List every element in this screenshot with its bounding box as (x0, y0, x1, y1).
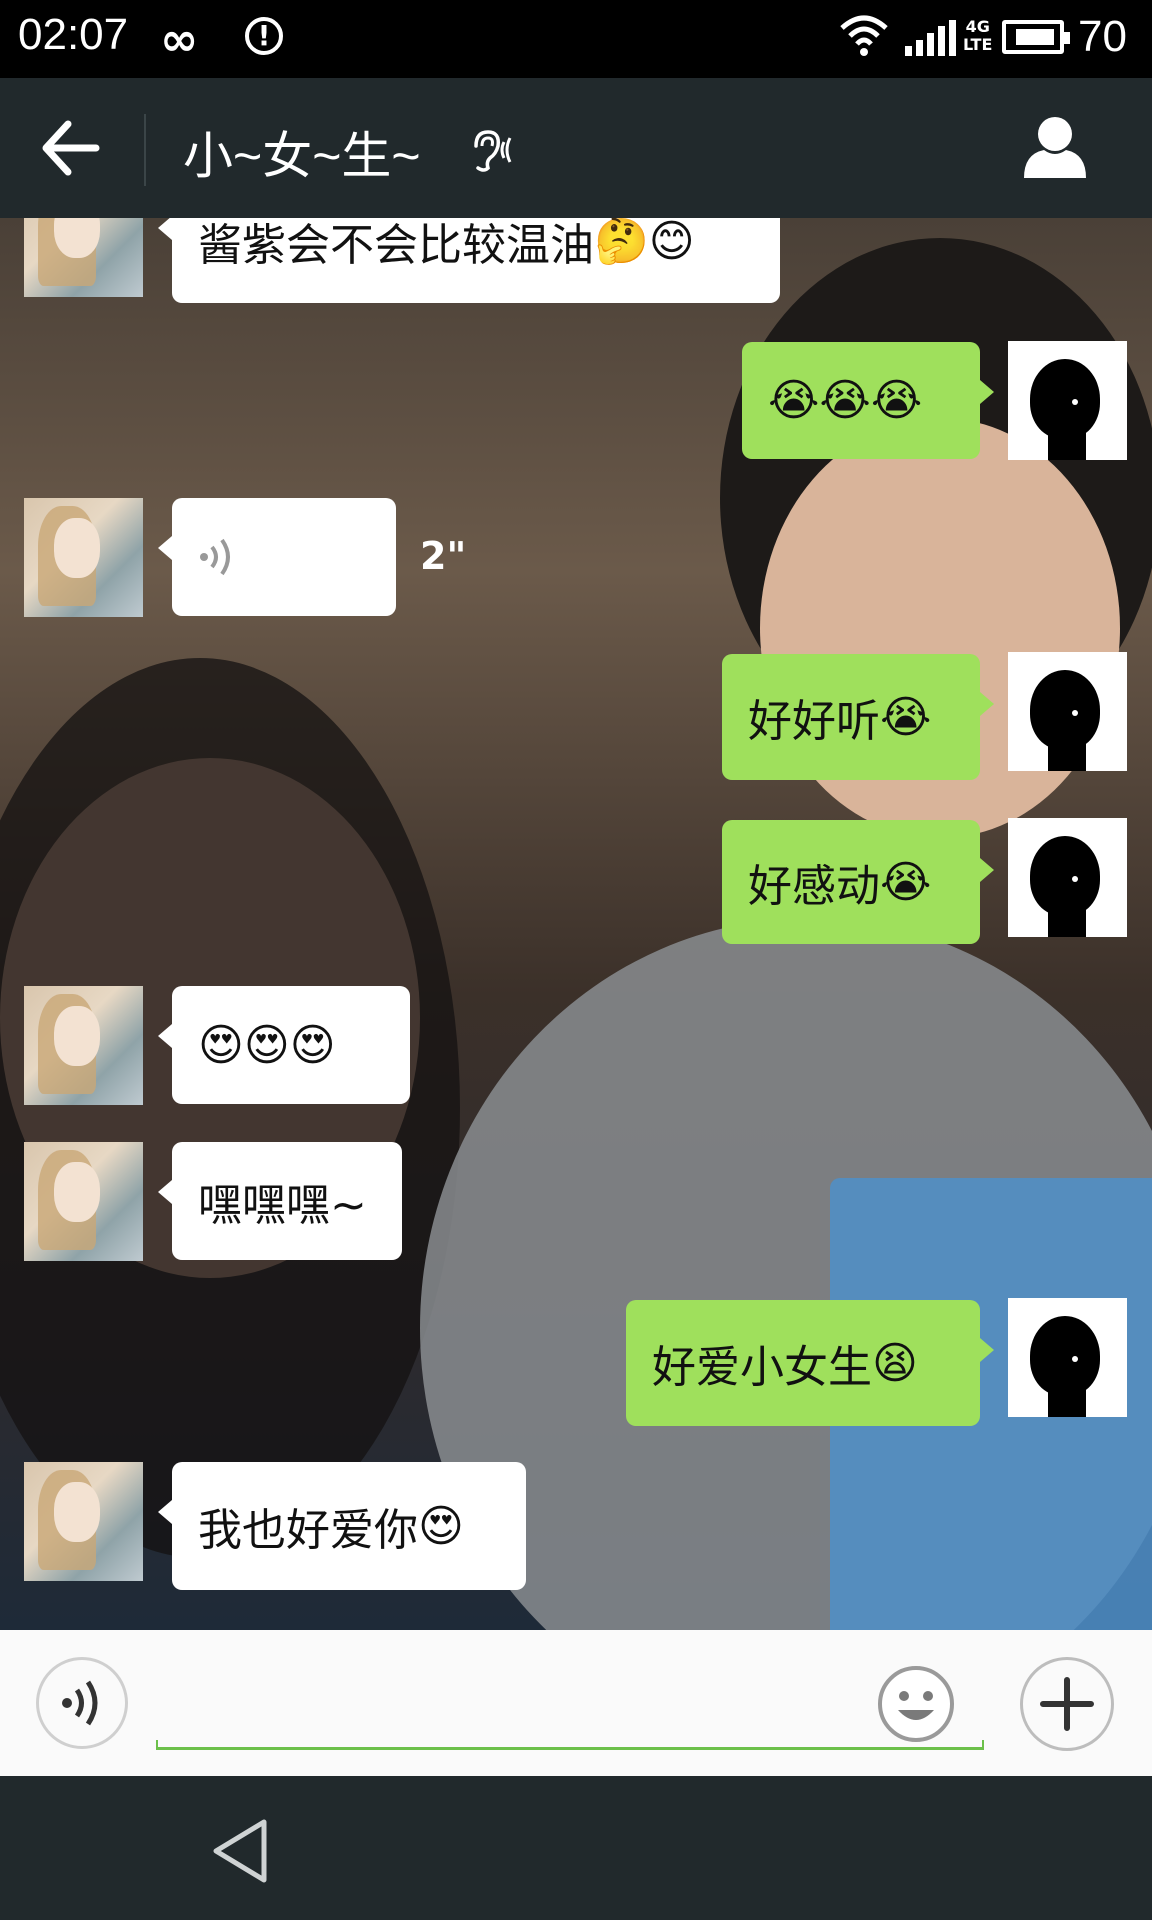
status-bar: 02:07 ∞ ! 4G LTE 70 (0, 0, 1152, 78)
navigation-bar (0, 1776, 1152, 1920)
contact-avatar[interactable] (24, 218, 143, 297)
more-button[interactable] (1020, 1657, 1114, 1751)
message-bubble[interactable]: 酱紫会不会比较温油 🤔😊 (158, 218, 780, 303)
ear-icon (474, 130, 512, 172)
message-text: 我也好爱你 (198, 1505, 418, 1556)
contact-avatar[interactable] (24, 498, 143, 617)
contact-avatar[interactable] (24, 1142, 143, 1261)
voice-message-bubble[interactable] (158, 498, 396, 616)
emoji: 😭 (880, 691, 932, 743)
battery-nub (1064, 32, 1070, 44)
plus-icon (1040, 1677, 1094, 1731)
message-bubble[interactable]: 好好听 😭 (722, 654, 994, 780)
message-bubble[interactable]: 好爱小女生 😫 (626, 1300, 994, 1426)
user-avatar[interactable] (1008, 341, 1127, 460)
person-icon[interactable] (1022, 114, 1088, 178)
message-bubble[interactable]: 我也好爱你 😍 (158, 1462, 526, 1590)
signal-icon (905, 20, 956, 56)
status-time: 02:07 (18, 10, 129, 59)
emoji: 😍 (418, 1500, 464, 1552)
alert-icon: ! (245, 17, 283, 55)
smiley-icon[interactable] (876, 1664, 956, 1744)
emoji: 🤔😊 (594, 218, 695, 267)
emoji: 😫 (872, 1337, 918, 1389)
message-bubble[interactable]: 😍😍😍 (158, 986, 410, 1104)
chat-title: 小~女~生~ (183, 128, 421, 184)
message-bubble[interactable]: 嘿嘿嘿~ (158, 1142, 402, 1260)
triangle-back-icon[interactable] (210, 1816, 270, 1886)
message-input[interactable] (156, 1740, 984, 1750)
battery-icon (1002, 20, 1070, 54)
voice-input-button[interactable] (36, 1657, 128, 1749)
user-avatar[interactable] (1008, 1298, 1127, 1417)
voice-duration: 2" (420, 534, 467, 578)
voice-icon (62, 1680, 98, 1726)
message-text: 嘿嘿嘿~ (198, 1180, 367, 1231)
battery-fill (1016, 29, 1054, 45)
header-divider (144, 114, 146, 186)
message-text: 好爱小女生 (652, 1342, 872, 1393)
emoji: 😍😍😍 (198, 1019, 336, 1071)
emoji: 😭😭😭 (768, 375, 923, 426)
arrow-left-icon[interactable] (40, 120, 100, 176)
network-type: 4G LTE (963, 17, 993, 54)
message-text: 好感动 (748, 861, 880, 912)
wifi-icon (840, 15, 888, 56)
user-avatar[interactable] (1008, 652, 1127, 771)
voice-wave-icon (200, 538, 230, 576)
chat-header: 小~女~生~ (0, 78, 1152, 218)
infinity-icon: ∞ (160, 12, 199, 66)
emoji: 😭 (880, 856, 932, 908)
battery-level: 70 (1078, 12, 1127, 61)
contact-avatar[interactable] (24, 1462, 143, 1581)
message-text: 好好听 (748, 696, 880, 747)
background-photo-hair (0, 658, 460, 1558)
user-avatar[interactable] (1008, 818, 1127, 937)
input-bar (0, 1630, 1152, 1776)
chat-history[interactable]: 酱紫会不会比较温油 🤔😊 😭😭😭 2" 好好听 😭 好感动 😭 😍😍😍 嘿嘿嘿~ 好爱… (0, 218, 1152, 1630)
message-bubble[interactable]: 好感动 😭 (722, 820, 994, 944)
message-text: 酱紫会不会比较温油 (198, 219, 594, 271)
message-bubble[interactable]: 😭😭😭 (742, 342, 994, 459)
contact-avatar[interactable] (24, 986, 143, 1105)
